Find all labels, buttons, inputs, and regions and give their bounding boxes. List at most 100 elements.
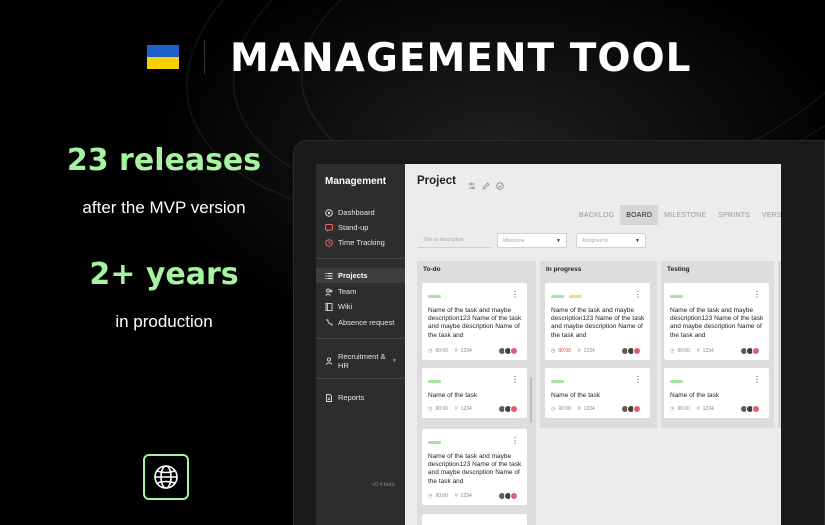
- sidebar-item-absence-request[interactable]: Absence request: [316, 315, 405, 330]
- hash-icon: #: [454, 493, 458, 499]
- sidebar-divider: [316, 338, 405, 339]
- column-scrollbar[interactable]: [530, 377, 532, 423]
- tab-sprints[interactable]: SPRINTS: [712, 205, 756, 225]
- task-card[interactable]: ⋮ Name of the task and maybe description…: [545, 283, 650, 360]
- task-card[interactable]: [422, 514, 527, 525]
- card-time: 90:00: [677, 406, 690, 412]
- clock-icon: ◷: [670, 406, 675, 412]
- board-column-next: [778, 261, 781, 428]
- sidebar-item-time-tracking[interactable]: Time Tracking: [316, 235, 405, 250]
- sidebar-divider: [316, 378, 405, 379]
- project-tabs: BACKLOG BOARD MILESTONE SPRINTS VERSI: [573, 205, 781, 225]
- card-id: 1234: [583, 348, 595, 354]
- sidebar-item-dashboard[interactable]: Dashboard: [316, 205, 405, 220]
- card-meta: ◷ 90:00 # 1234: [670, 406, 714, 412]
- main-content: Project BACKLOG BOARD MILESTONE SPRINTS …: [405, 164, 781, 525]
- sidebar-item-recruitment[interactable]: Recruitment & HR ▼: [316, 350, 405, 372]
- more-icon[interactable]: ⋮: [634, 376, 642, 384]
- check-circle-icon[interactable]: [496, 177, 504, 195]
- sidebar-item-team[interactable]: Team: [316, 284, 405, 299]
- avatar: [752, 347, 760, 355]
- sidebar-item-label: Stand-up: [338, 223, 369, 232]
- more-icon[interactable]: ⋮: [753, 291, 761, 299]
- assigned-select[interactable]: Assigned to ▼: [576, 233, 646, 248]
- edit-icon[interactable]: [482, 177, 490, 195]
- sidebar-item-label: Dashboard: [338, 208, 375, 217]
- card-meta: ◷ 90:00 # 1234: [670, 348, 714, 354]
- stat-releases-value: 23 releases: [66, 143, 262, 178]
- hash-icon: #: [577, 406, 581, 412]
- chat-icon: [325, 223, 333, 232]
- title-divider: [204, 40, 205, 74]
- chevron-down-icon: ▼: [556, 237, 561, 244]
- avatar: [510, 405, 518, 413]
- board-column-in-progress: In progress ⋮ Name of the task and maybe…: [540, 261, 657, 428]
- card-time: 90:00: [435, 406, 448, 412]
- assignee-avatars: [621, 405, 641, 413]
- sidebar-item-projects[interactable]: Projects: [316, 268, 405, 283]
- tab-milestone[interactable]: MILESTONE: [658, 205, 712, 225]
- avatar: [510, 492, 518, 500]
- sidebar-item-label: Reports: [338, 393, 365, 402]
- card-id: 1234: [460, 348, 472, 354]
- task-card[interactable]: ⋮ Name of the task ◷ 90:00 # 1234: [422, 368, 527, 418]
- tab-backlog[interactable]: BACKLOG: [573, 205, 620, 225]
- card-text: Name of the task: [670, 392, 720, 399]
- assignee-avatars: [498, 492, 518, 500]
- sidebar-item-standup[interactable]: Stand-up: [316, 220, 405, 235]
- more-icon[interactable]: ⋮: [511, 376, 519, 384]
- milestone-select[interactable]: Milestone ▼: [497, 233, 567, 248]
- stat-years-caption: in production: [115, 312, 213, 331]
- card-time: 90:00: [677, 348, 690, 354]
- tab-board[interactable]: BOARD: [620, 205, 659, 225]
- hash-icon: #: [454, 348, 458, 354]
- hash-icon: #: [696, 406, 700, 412]
- card-label: [428, 441, 441, 444]
- assignee-avatars: [621, 347, 641, 355]
- more-icon[interactable]: ⋮: [753, 376, 761, 384]
- sidebar-title: Management: [325, 176, 387, 187]
- avatar: [510, 347, 518, 355]
- sidebar-item-wiki[interactable]: Wiki: [316, 299, 405, 314]
- more-icon[interactable]: ⋮: [634, 291, 642, 299]
- clock-icon: [325, 238, 333, 247]
- chevron-down-icon: ▼: [392, 358, 397, 364]
- card-meta: ◷ 90:00 # 1234: [551, 348, 595, 354]
- sidebar-divider: [316, 258, 405, 259]
- tab-versions[interactable]: VERSI: [756, 205, 781, 225]
- team-icon: [325, 288, 333, 296]
- task-card[interactable]: ⋮ Name of the task and maybe description…: [664, 283, 769, 360]
- card-label: [551, 380, 564, 383]
- settings-icon[interactable]: [468, 177, 476, 195]
- project-actions: [468, 177, 504, 195]
- list-icon: [325, 272, 333, 280]
- card-text: Name of the task: [551, 392, 601, 399]
- card-label: [428, 380, 441, 383]
- task-card[interactable]: ⋮ Name of the task and maybe description…: [422, 429, 527, 505]
- page-title: MANAGEMENT TOOL: [230, 36, 692, 81]
- card-id: 1234: [460, 493, 472, 499]
- task-card[interactable]: ⋮ Name of the task and maybe description…: [422, 283, 527, 360]
- ukraine-flag-icon: [147, 45, 179, 69]
- sidebar-item-reports[interactable]: Reports: [316, 390, 405, 405]
- task-card[interactable]: ⋮ Name of the task ◷ 90:00 # 1234: [545, 368, 650, 418]
- card-label: [551, 295, 564, 298]
- assignee-avatars: [740, 347, 760, 355]
- project-title: Project: [417, 175, 456, 187]
- task-card[interactable]: ⋮ Name of the task ◷ 90:00 # 1234: [664, 368, 769, 418]
- card-label: [428, 295, 441, 298]
- more-icon[interactable]: ⋮: [511, 291, 519, 299]
- absence-icon: [325, 319, 333, 327]
- clock-icon: ◷: [551, 348, 556, 354]
- card-id: 1234: [583, 406, 595, 412]
- globe-icon[interactable]: [143, 454, 189, 500]
- card-meta: ◷ 90:00 # 1234: [551, 406, 595, 412]
- card-id: 1234: [702, 348, 714, 354]
- search-input[interactable]: Title or description: [418, 233, 492, 248]
- card-time: 90:00: [558, 406, 571, 412]
- avatar: [633, 405, 641, 413]
- card-time: 90:00: [435, 493, 448, 499]
- board-column-todo: To-do ⋮ Name of the task and maybe descr…: [417, 261, 536, 525]
- hash-icon: #: [696, 348, 700, 354]
- more-icon[interactable]: ⋮: [511, 437, 519, 445]
